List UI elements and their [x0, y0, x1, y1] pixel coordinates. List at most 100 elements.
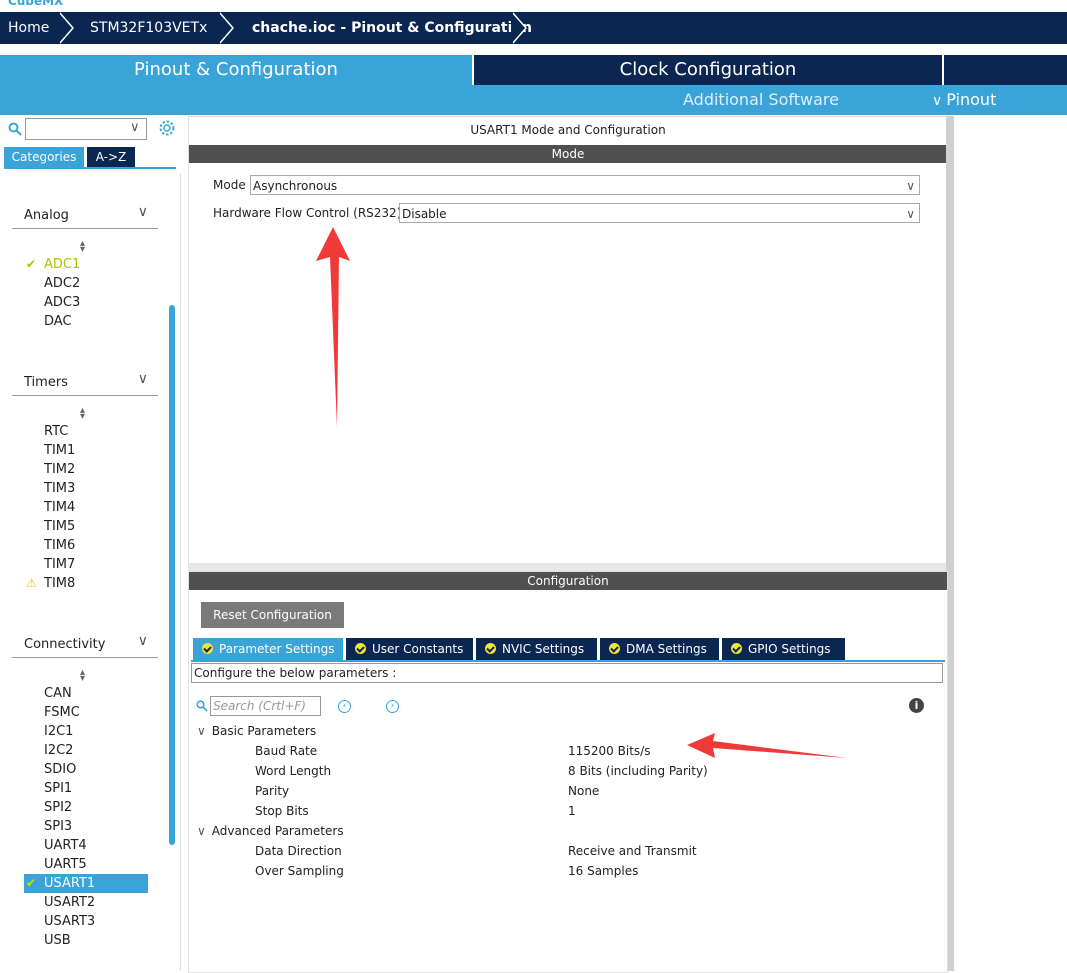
param-name: Stop Bits — [255, 804, 309, 818]
list-item-dac[interactable]: DAC — [24, 312, 148, 331]
tab-pinout-configuration[interactable]: Pinout & Configuration — [0, 55, 472, 85]
tab-user-constants[interactable]: User Constants — [346, 638, 473, 660]
category-connectivity[interactable]: Connectivity ∨ — [12, 633, 158, 658]
chevron-down-icon: ∨ — [197, 824, 206, 838]
tab-extra[interactable] — [944, 55, 1067, 85]
param-value-data-direction[interactable]: Receive and Transmit — [568, 841, 697, 861]
list-item-spi3[interactable]: SPI3 — [24, 817, 148, 836]
list-item-label: TIM8 — [44, 576, 76, 591]
param-value-parity[interactable]: None — [568, 781, 599, 801]
list-item-tim1[interactable]: TIM1 — [24, 441, 148, 460]
list-item-label: SPI3 — [44, 819, 73, 834]
sort-icon[interactable]: ▴ ▾ — [80, 406, 85, 422]
breadcrumb-project[interactable]: chache.ioc - Pinout & Configuration — [252, 12, 532, 44]
list-item-sdio[interactable]: SDIO — [24, 760, 148, 779]
list-item-label: TIM6 — [44, 538, 76, 553]
breadcrumb-home[interactable]: Home — [8, 12, 49, 44]
param-name: Parity — [255, 784, 290, 798]
group-title: Advanced Parameters — [211, 824, 344, 838]
list-item-usart1-selected[interactable]: ✔ USART1 — [24, 874, 148, 893]
list-item-tim6[interactable]: TIM6 — [24, 536, 148, 555]
list-item-spi1[interactable]: SPI1 — [24, 779, 148, 798]
chevron-down-icon[interactable]: ∨ — [130, 120, 140, 135]
list-item-tim3[interactable]: TIM3 — [24, 479, 148, 498]
param-name: Word Length — [255, 764, 332, 778]
list-item-tim4[interactable]: TIM4 — [24, 498, 148, 517]
list-item-uart4[interactable]: UART4 — [24, 836, 148, 855]
tab-underline — [4, 167, 176, 169]
list-item-fsmc[interactable]: FSMC — [24, 703, 148, 722]
mode-panel: USART1 Mode and Configuration Mode Mode … — [188, 116, 948, 566]
component-search-input[interactable] — [25, 118, 147, 140]
sort-icon[interactable]: ▴ ▾ — [80, 239, 85, 255]
parameter-search-input[interactable]: Search (Crtl+F) — [210, 696, 321, 716]
param-value-word-length[interactable]: 8 Bits (including Parity) — [568, 761, 708, 781]
panel-divider[interactable] — [188, 563, 946, 571]
check-circle-icon — [485, 643, 496, 654]
tab-label: DMA Settings — [626, 642, 707, 656]
list-item-tim5[interactable]: TIM5 — [24, 517, 148, 536]
chevron-down-icon: ∨ — [932, 93, 943, 109]
category-timers[interactable]: Timers ∨ — [12, 371, 158, 396]
list-item-adc2[interactable]: ADC2 — [24, 274, 148, 293]
tab-label: User Constants — [372, 642, 464, 656]
mode-select[interactable]: Asynchronous ∨ — [250, 175, 920, 195]
list-item-label: ADC3 — [44, 295, 81, 310]
tab-parameter-settings[interactable]: Parameter Settings — [193, 638, 343, 660]
category-analog[interactable]: Analog ∨ — [12, 204, 158, 229]
tab-clock-configuration[interactable]: Clock Configuration — [474, 55, 942, 85]
component-search-area: ∨ Categories A->Z — [0, 115, 180, 173]
category-title: Connectivity — [24, 637, 106, 652]
list-item-tim8[interactable]: ⚠ TIM8 — [24, 574, 148, 593]
tab-underline — [191, 660, 945, 662]
list-item-adc3[interactable]: ADC3 — [24, 293, 148, 312]
list-item-label: SPI1 — [44, 781, 73, 796]
advanced-parameters-group[interactable]: ∨ Advanced Parameters — [197, 821, 344, 841]
info-icon[interactable]: i — [909, 698, 924, 713]
list-item-usart3[interactable]: USART3 — [24, 912, 148, 931]
list-item-spi2[interactable]: SPI2 — [24, 798, 148, 817]
tab-nvic-settings[interactable]: NVIC Settings — [476, 638, 597, 660]
list-item-i2c2[interactable]: I2C2 — [24, 741, 148, 760]
list-item-usb[interactable]: USB — [24, 931, 148, 950]
tab-additional-software[interactable]: Additional Software — [683, 85, 839, 115]
list-item-can[interactable]: CAN — [24, 684, 148, 703]
left-scrollbar[interactable] — [169, 305, 175, 845]
param-value-over-sampling[interactable]: 16 Samples — [568, 861, 638, 881]
flow-control-value: Disable — [402, 207, 447, 221]
mode-select-value: Asynchronous — [253, 179, 338, 193]
flow-control-select[interactable]: Disable ∨ — [399, 203, 920, 223]
list-item-tim7[interactable]: TIM7 — [24, 555, 148, 574]
tab-label: GPIO Settings — [748, 642, 831, 656]
list-item-tim2[interactable]: TIM2 — [24, 460, 148, 479]
tab-a-z[interactable]: A->Z — [87, 147, 135, 167]
basic-parameters-group[interactable]: ∨ Basic Parameters — [197, 721, 316, 741]
reset-configuration-button[interactable]: Reset Configuration — [201, 602, 344, 628]
component-tree: Analog ∨ ▴ ▾ ✔ ADC1 ADC2 ADC3 DAC Timers ∨… — [0, 173, 181, 971]
chevron-down-icon: ∨ — [197, 724, 206, 738]
tab-gpio-settings[interactable]: GPIO Settings — [722, 638, 845, 660]
list-item-label: CAN — [44, 686, 72, 701]
tab-categories[interactable]: Categories — [4, 147, 84, 167]
param-value-stop-bits[interactable]: 1 — [568, 801, 576, 821]
sort-icon[interactable]: ▴ ▾ — [80, 668, 85, 684]
list-item-label: USART3 — [44, 914, 96, 929]
tab-pinout-view[interactable]: ∨ Pinout — [932, 85, 996, 115]
param-name: Data Direction — [255, 844, 342, 858]
check-circle-icon — [731, 643, 742, 654]
tab-dma-settings[interactable]: DMA Settings — [600, 638, 719, 660]
gear-icon[interactable] — [158, 119, 176, 137]
list-item-label: I2C1 — [44, 724, 74, 739]
list-item-adc1[interactable]: ✔ ADC1 — [24, 255, 148, 274]
list-item-label: SDIO — [44, 762, 77, 777]
list-item-rtc[interactable]: RTC — [24, 422, 148, 441]
previous-match-icon[interactable]: ‹ — [338, 700, 351, 713]
list-item-uart5[interactable]: UART5 — [24, 855, 148, 874]
param-value-baud-rate[interactable]: 115200 Bits/s — [568, 741, 650, 761]
chevron-down-icon: ∨ — [906, 207, 915, 221]
list-item-usart2[interactable]: USART2 — [24, 893, 148, 912]
breadcrumb-device[interactable]: STM32F103VETx — [90, 12, 207, 44]
list-item-i2c1[interactable]: I2C1 — [24, 722, 148, 741]
configuration-section-bar: Configuration — [189, 572, 947, 590]
next-match-icon[interactable]: › — [386, 700, 399, 713]
